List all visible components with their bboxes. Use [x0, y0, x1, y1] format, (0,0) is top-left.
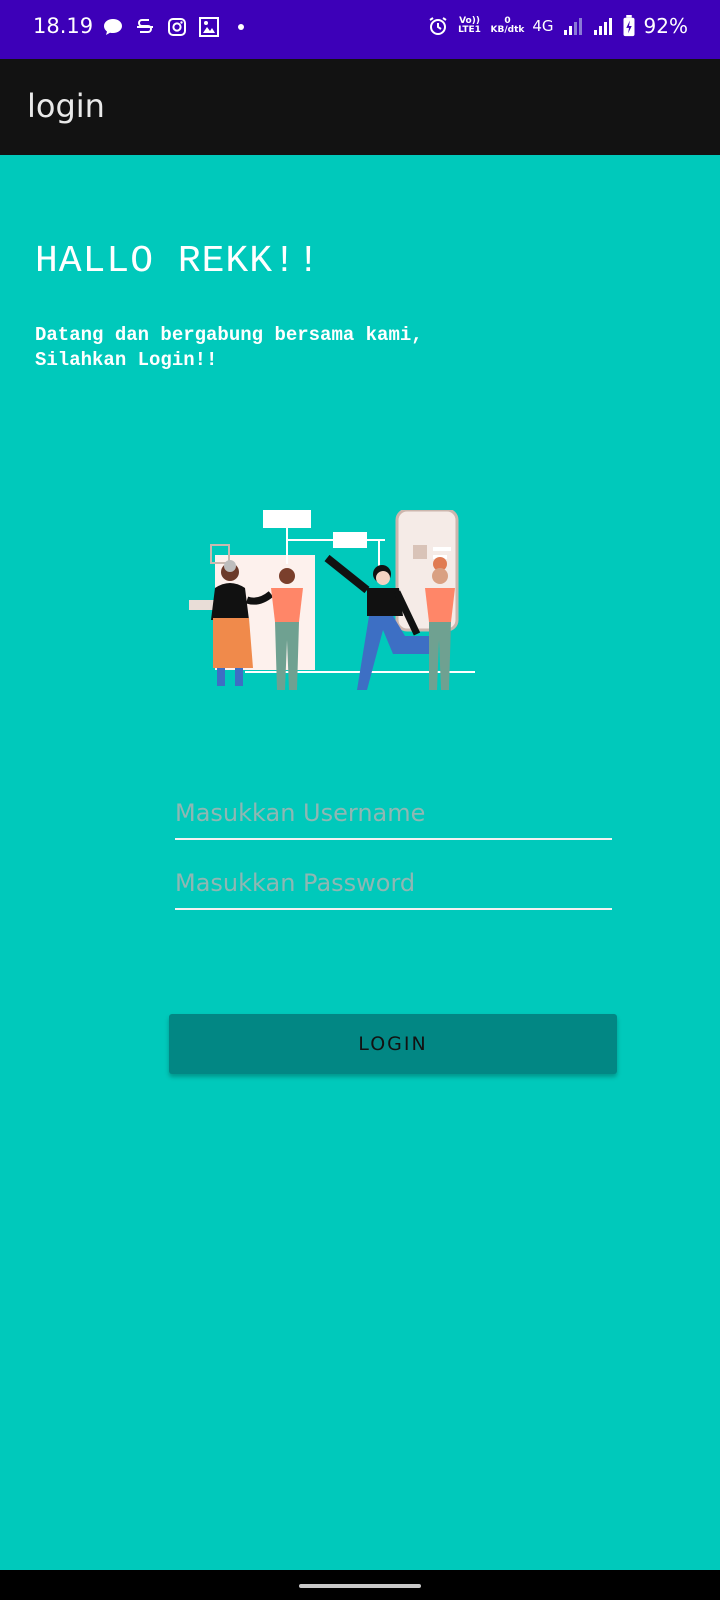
- s-app-icon: [137, 19, 153, 33]
- net-speed: 0 KB/dtk: [491, 17, 525, 35]
- status-bar: 18.19 Vo)) LTE1 0 KB/dtk 4G 92%: [0, 0, 720, 59]
- home-gesture-handle[interactable]: [299, 1584, 421, 1588]
- status-time: 18.19: [33, 14, 94, 38]
- app-title: login: [27, 87, 105, 125]
- volte-label: Vo)) LTE1: [458, 16, 481, 35]
- gallery-icon: [199, 17, 219, 37]
- team-illustration: [189, 510, 475, 690]
- battery-charging-icon: [623, 15, 635, 37]
- app-bar: login: [0, 59, 720, 155]
- instagram-icon: [168, 18, 186, 36]
- chat-bubble-icon: [104, 19, 122, 35]
- notification-icons: [102, 16, 252, 38]
- navigation-bar: [0, 1570, 720, 1600]
- network-type: 4G: [532, 17, 554, 35]
- username-input[interactable]: [175, 788, 612, 840]
- system-icons: Vo)) LTE1 0 KB/dtk 4G 92%: [427, 14, 688, 38]
- password-input[interactable]: [175, 858, 612, 910]
- dot-icon: [238, 24, 244, 30]
- login-button[interactable]: LOGIN: [169, 1014, 617, 1074]
- signal-strong-icon: [593, 18, 612, 35]
- alarm-icon: [428, 17, 447, 35]
- net-speed-unit: KB/dtk: [490, 25, 525, 35]
- battery-percent: 92%: [643, 14, 688, 38]
- page-subtitle: Datang dan bergabung bersama kami, Silah…: [35, 324, 423, 371]
- signal-weak-icon: [563, 18, 582, 35]
- page-title: HALLO REKK!!: [35, 240, 321, 283]
